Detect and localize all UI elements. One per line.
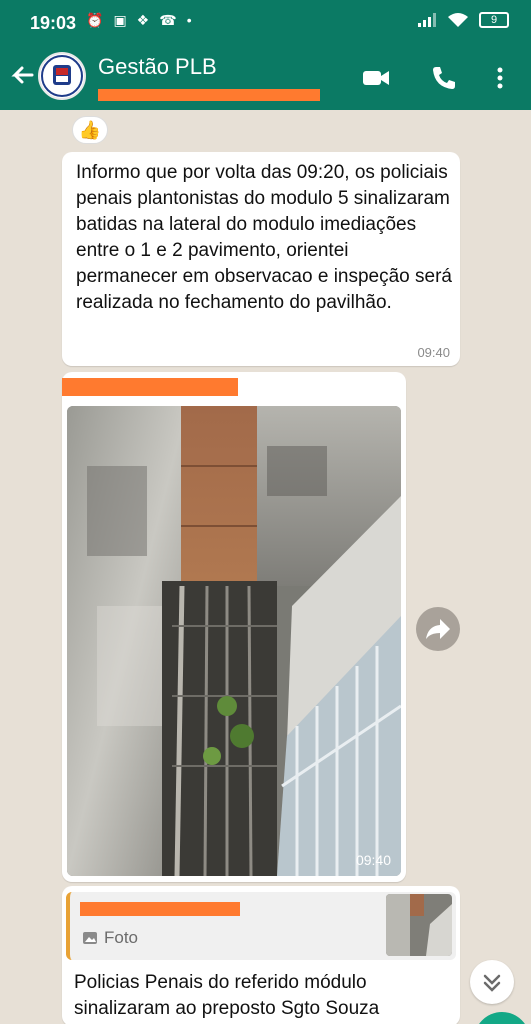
voice-call-icon[interactable]: [428, 62, 460, 94]
thumbnail-image: [386, 894, 452, 956]
message-text: Policias Penais do referido módulo sinal…: [74, 972, 380, 1019]
chat-header: Gestão PLB e...: [0, 44, 531, 110]
double-chevron-down-icon: [483, 974, 501, 992]
status-bar: 19:03 ⏰ ▣ ❖ ☎ • 9: [0, 0, 531, 44]
app-notification-icon: ▣: [113, 12, 127, 28]
group-avatar[interactable]: [38, 52, 86, 100]
reply-message-bubble[interactable]: Foto Policias Penais do referido módulo …: [62, 886, 460, 1024]
wifi-icon: [448, 13, 468, 27]
scroll-to-bottom-button[interactable]: [470, 960, 514, 1004]
message-time: 09:40: [417, 345, 450, 360]
signal-icon: [418, 13, 436, 27]
alarm-icon: ⏰: [86, 12, 104, 28]
battery-icon: 9: [479, 12, 509, 28]
forward-icon: [426, 619, 450, 639]
status-time: 19:03: [30, 13, 77, 33]
quoted-thumbnail: [386, 894, 452, 956]
image-message-bubble[interactable]: 09:40: [62, 372, 406, 882]
missed-call-icon: ☎: [159, 12, 177, 28]
more-options-icon[interactable]: [484, 62, 516, 94]
message-text: Informo que por volta das 09:20, os poli…: [76, 162, 452, 313]
quoted-type: Foto: [82, 928, 138, 948]
redaction-bar: [80, 902, 240, 916]
photo-image: [67, 406, 401, 876]
back-arrow-icon[interactable]: [8, 62, 36, 90]
message-bubble[interactable]: Informo que por volta das 09:20, os poli…: [62, 152, 460, 366]
group-emblem-icon: [41, 55, 83, 97]
chat-area[interactable]: 👍 Informo que por volta das 09:20, os po…: [0, 110, 531, 1024]
more-dot-icon: •: [186, 12, 192, 28]
video-call-icon[interactable]: [360, 62, 392, 94]
redaction-bar: [98, 89, 320, 101]
chat-title[interactable]: Gestão PLB: [98, 54, 217, 80]
forward-button[interactable]: [416, 607, 460, 651]
quoted-label: Foto: [104, 928, 139, 947]
message-photo[interactable]: 09:40: [67, 406, 401, 876]
dropbox-icon: ❖: [136, 12, 150, 28]
photo-icon: [83, 932, 97, 944]
redaction-bar: [62, 378, 238, 396]
message-time: 09:40: [355, 852, 391, 868]
reaction-badge[interactable]: 👍: [72, 116, 108, 144]
status-notification-icons: ⏰ ▣ ❖ ☎ •: [86, 12, 192, 29]
status-system-icons: 9: [417, 12, 509, 28]
quoted-message[interactable]: Foto: [66, 892, 456, 960]
